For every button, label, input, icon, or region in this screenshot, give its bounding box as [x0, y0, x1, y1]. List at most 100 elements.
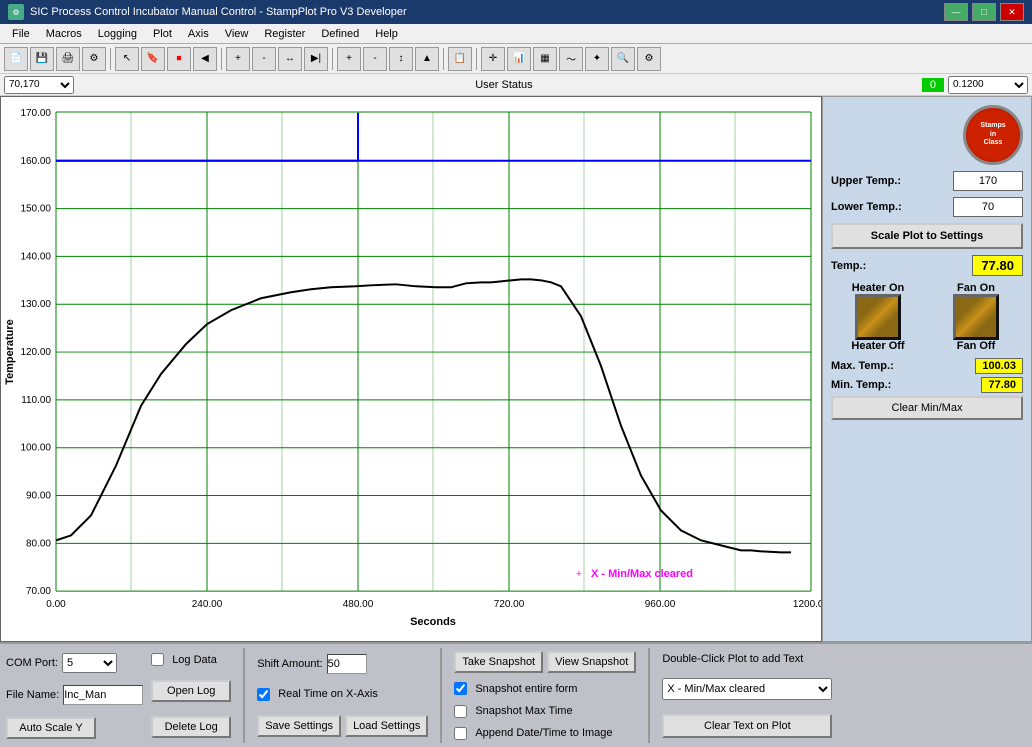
toolbar-trace[interactable]: 〜: [559, 47, 583, 71]
menu-defined[interactable]: Defined: [313, 26, 367, 42]
scale-plot-button[interactable]: Scale Plot to Settings: [831, 223, 1023, 249]
lower-temp-input[interactable]: [953, 197, 1023, 217]
take-snapshot-button[interactable]: Take Snapshot: [454, 651, 543, 673]
menu-register[interactable]: Register: [256, 26, 313, 42]
menu-file[interactable]: File: [4, 26, 38, 42]
rate-select[interactable]: 0.1200: [948, 76, 1028, 94]
toolbar-search[interactable]: 🔍: [611, 47, 635, 71]
snapshot-max-checkbox[interactable]: [454, 705, 467, 718]
toolbar-print[interactable]: 🖨: [56, 47, 80, 71]
heater-on-button[interactable]: [855, 294, 901, 340]
svg-text:120.00: 120.00: [20, 347, 51, 358]
svg-text:960.00: 960.00: [645, 599, 676, 610]
toolbar-zoom-x-full[interactable]: ↔: [278, 47, 302, 71]
clear-minmax-button[interactable]: Clear Min/Max: [831, 396, 1023, 420]
menu-macros[interactable]: Macros: [38, 26, 90, 42]
toolbar-save[interactable]: 💾: [30, 47, 54, 71]
snapshot-entire-checkbox[interactable]: [454, 682, 467, 695]
text-section: Double-Click Plot to add Text X - Min/Ma…: [662, 648, 832, 743]
log-data-row: Log Data: [151, 653, 231, 666]
toolbar-stop[interactable]: ⏹: [167, 47, 191, 71]
toolbar-stamp[interactable]: 🔖: [141, 47, 165, 71]
log-data-checkbox[interactable]: [151, 653, 164, 666]
toolbar-zoom-minus-y[interactable]: -: [363, 47, 387, 71]
toolbar-zoom-plus-x[interactable]: +: [226, 47, 250, 71]
open-log-button[interactable]: Open Log: [151, 680, 231, 702]
heater-off-label: Heater Off: [831, 340, 925, 352]
bottom-panel: COM Port: 5 File Name: Auto Scale Y Log …: [0, 642, 1032, 747]
minimize-button[interactable]: —: [944, 3, 968, 21]
real-time-checkbox[interactable]: [257, 688, 270, 701]
load-settings-button[interactable]: Load Settings: [345, 715, 428, 737]
svg-text:720.00: 720.00: [494, 599, 525, 610]
snapshot-max-row: Snapshot Max Time: [454, 705, 636, 718]
com-file-section: COM Port: 5 File Name: Auto Scale Y: [6, 648, 143, 743]
file-name-input[interactable]: [63, 685, 143, 705]
menu-axis[interactable]: Axis: [180, 26, 217, 42]
toolbar-new[interactable]: 📄: [4, 47, 28, 71]
toolbar-zoom-y-full[interactable]: ↕: [389, 47, 413, 71]
svg-text:+: +: [576, 569, 582, 580]
main-layout: 70.00 80.00 90.00 100.00 110.00 120.00 1…: [0, 96, 1032, 642]
fan-on-button[interactable]: [953, 294, 999, 340]
coord-select[interactable]: 70,170: [4, 76, 74, 94]
toolbar-back[interactable]: ◀: [193, 47, 217, 71]
heater-fan-section: Heater On Heater Off Fan On Fan Off: [831, 282, 1023, 352]
menu-plot[interactable]: Plot: [145, 26, 180, 42]
svg-text:170.00: 170.00: [20, 108, 51, 119]
toolbar-zoom-minus-x[interactable]: -: [252, 47, 276, 71]
svg-text:1200.00: 1200.00: [793, 599, 821, 610]
shift-amount-input[interactable]: [327, 654, 367, 674]
divider-1: [243, 648, 245, 743]
toolbar-sep-1: [110, 48, 111, 70]
app-logo: StampsinClass: [963, 105, 1023, 165]
min-temp-row: Min. Temp.: 77.80: [831, 377, 1023, 393]
delete-log-button[interactable]: Delete Log: [151, 716, 231, 738]
menu-view[interactable]: View: [217, 26, 257, 42]
toolbar-table[interactable]: ▦: [533, 47, 557, 71]
auto-scale-button[interactable]: Auto Scale Y: [6, 717, 96, 739]
toolbar-sep-4: [443, 48, 444, 70]
toolbar-settings[interactable]: ⚙: [82, 47, 106, 71]
upper-temp-input[interactable]: [953, 171, 1023, 191]
save-settings-button[interactable]: Save Settings: [257, 715, 341, 737]
svg-text:150.00: 150.00: [20, 204, 51, 215]
toolbar-zoom-y-top[interactable]: ▲: [415, 47, 439, 71]
toolbar-crosshair[interactable]: ✛: [481, 47, 505, 71]
title-bar: ⚙ SIC Process Control Incubator Manual C…: [0, 0, 1032, 24]
append-datetime-row: Append Date/Time to Image: [454, 727, 636, 740]
svg-text:480.00: 480.00: [343, 599, 374, 610]
toolbar-data[interactable]: 📊: [507, 47, 531, 71]
max-temp-value: 100.03: [975, 358, 1023, 374]
snapshot-entire-label: Snapshot entire form: [475, 683, 577, 695]
upper-temp-row: Upper Temp.:: [831, 171, 1023, 191]
temp-value-display: 77.80: [972, 255, 1023, 276]
real-time-label: Real Time on X-Axis: [278, 688, 378, 700]
toolbar-config[interactable]: ⚙: [637, 47, 661, 71]
max-temp-row: Max. Temp.: 100.03: [831, 358, 1023, 374]
snapshot-buttons-row: Take Snapshot View Snapshot: [454, 651, 636, 673]
svg-text:140.00: 140.00: [20, 251, 51, 262]
upper-temp-label: Upper Temp.:: [831, 175, 901, 187]
min-temp-label: Min. Temp.:: [831, 379, 891, 391]
window-controls[interactable]: — □ ✕: [944, 3, 1024, 21]
lower-temp-label: Lower Temp.:: [831, 201, 902, 213]
close-button[interactable]: ✕: [1000, 3, 1024, 21]
clear-text-button[interactable]: Clear Text on Plot: [662, 714, 832, 738]
maximize-button[interactable]: □: [972, 3, 996, 21]
temp-label: Temp.:: [831, 260, 866, 272]
chart-area[interactable]: 70.00 80.00 90.00 100.00 110.00 120.00 1…: [0, 96, 822, 642]
menu-logging[interactable]: Logging: [90, 26, 145, 42]
toolbar-cursor[interactable]: ↖: [115, 47, 139, 71]
com-port-select[interactable]: 5: [62, 653, 117, 673]
text-dropdown[interactable]: X - Min/Max cleared: [662, 678, 832, 700]
menu-help[interactable]: Help: [367, 26, 406, 42]
toolbar-pdf[interactable]: 📋: [448, 47, 472, 71]
com-port-row: COM Port: 5: [6, 653, 143, 673]
view-snapshot-button[interactable]: View Snapshot: [547, 651, 636, 673]
toolbar-zoom-plus-y[interactable]: +: [337, 47, 361, 71]
toolbar-marker[interactable]: ✦: [585, 47, 609, 71]
heater-on-col: Heater On Heater Off: [831, 282, 925, 352]
toolbar-zoom-x-right[interactable]: ▶|: [304, 47, 328, 71]
append-datetime-checkbox[interactable]: [454, 727, 467, 740]
